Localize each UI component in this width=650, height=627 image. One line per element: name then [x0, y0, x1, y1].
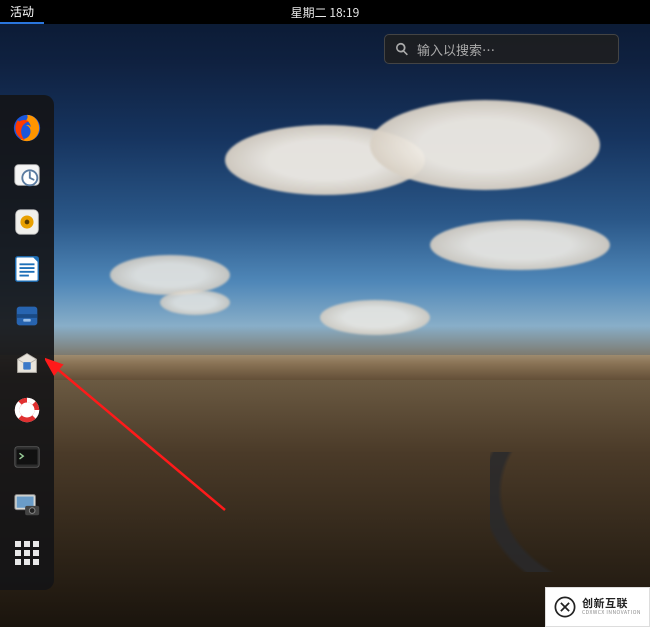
wallpaper-cloud: [110, 255, 230, 295]
dock-item-evolution[interactable]: [12, 160, 42, 190]
dock-item-files[interactable]: [12, 301, 42, 331]
activities-button[interactable]: 活动: [0, 0, 44, 24]
dock-item-apps-grid[interactable]: [12, 538, 42, 568]
wallpaper-horizon: [0, 355, 650, 383]
search-icon: [395, 37, 409, 61]
dock-item-firefox[interactable]: [12, 113, 42, 143]
search-placeholder: 输入以搜索…: [417, 40, 495, 59]
wallpaper-cloud: [160, 290, 230, 315]
document-icon: [12, 254, 42, 284]
firefox-icon: [12, 113, 42, 143]
wallpaper-cloud: [370, 100, 600, 190]
wallpaper-road: [490, 452, 650, 572]
dock-item-help[interactable]: [12, 395, 42, 425]
watermark-logo-icon: [554, 596, 576, 618]
dock: [0, 95, 54, 590]
watermark: 创新互联 CDXWCX INNOVATION: [545, 587, 650, 627]
watermark-text: 创新互联 CDXWCX INNOVATION: [582, 598, 641, 616]
dock-item-screenshot[interactable]: [12, 489, 42, 519]
screenshot-icon: [12, 489, 42, 519]
dock-item-libreoffice-writer[interactable]: [12, 254, 42, 284]
top-bar: 活动 星期二 18:19: [0, 0, 650, 24]
software-icon: [12, 348, 42, 378]
help-icon: [12, 395, 42, 425]
terminal-icon: [12, 442, 42, 472]
search-input[interactable]: 输入以搜索…: [384, 34, 619, 64]
clock[interactable]: 星期二 18:19: [291, 0, 360, 24]
wallpaper-cloud: [320, 300, 430, 335]
desktop-screen: 活动 星期二 18:19 输入以搜索…: [0, 0, 650, 627]
apps-grid-icon: [15, 541, 39, 565]
files-icon: [12, 301, 42, 331]
calendar-icon: [12, 160, 42, 190]
music-icon: [12, 207, 42, 237]
wallpaper-cloud: [430, 220, 610, 270]
dock-item-rhythmbox[interactable]: [12, 207, 42, 237]
dock-item-software[interactable]: [12, 348, 42, 378]
dock-item-terminal[interactable]: [12, 442, 42, 472]
